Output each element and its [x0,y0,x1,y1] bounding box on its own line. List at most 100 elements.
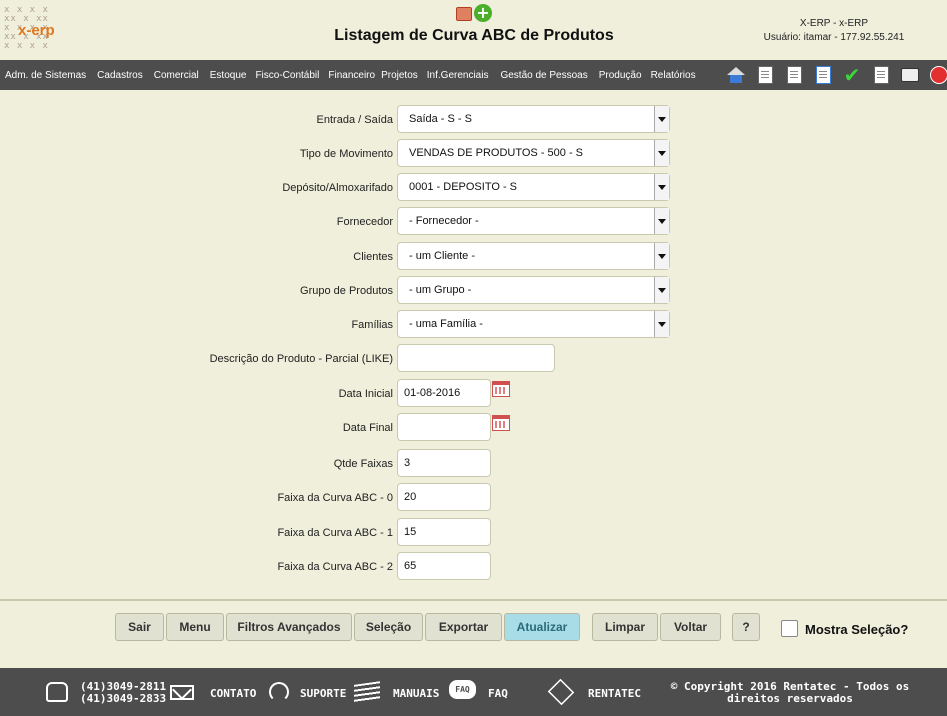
menu-button[interactable]: Menu [166,613,224,641]
data-final-label: Data Final [342,422,393,434]
deposito-label: Depósito/Almoxarifado [282,182,393,194]
fornecedor-label: Fornecedor [336,216,393,228]
suporte-link[interactable]: SUPORTE [300,687,346,700]
familias-label: Famílias [351,319,393,331]
printer-icon[interactable] [899,64,921,86]
entrada-saida-value: Saída - S - S [409,113,472,125]
chevron-down-icon[interactable] [654,140,669,166]
calendar-icon[interactable] [492,415,510,431]
menu-fisco-contabil[interactable]: Fisco-Contábil [255,70,319,81]
menu-relatorios[interactable]: Relatórios [651,70,696,81]
menu-inf-gerenciais[interactable]: Inf.Gerenciais [427,70,489,81]
home-icon[interactable] [725,64,747,86]
filtros-avancados-button[interactable]: Filtros Avançados [226,613,352,641]
rentatec-link[interactable]: RENTATEC [588,687,641,700]
entrada-saida-select[interactable]: Saída - S - S [397,105,670,133]
menu-projetos[interactable]: Projetos [381,70,418,81]
contato-link[interactable]: CONTATO [210,687,256,700]
chevron-down-icon[interactable] [654,311,669,337]
descricao-label: Descrição do Produto - Parcial (LIKE) [209,353,393,365]
deposito-select[interactable]: 0001 - DEPOSITO - S [397,173,670,201]
chevron-down-icon[interactable] [654,174,669,200]
qtde-faixas-label: Qtde Faixas [333,458,393,470]
data-final-input[interactable] [397,413,491,441]
menu-gestao-pessoas[interactable]: Gestão de Pessoas [500,70,587,81]
tipo-movimento-select[interactable]: VENDAS DE PRODUTOS - 500 - S [397,139,670,167]
chevron-down-icon[interactable] [654,243,669,269]
row-fornecedor: Fornecedor - Fornecedor - [0,207,947,237]
chevron-down-icon[interactable] [654,208,669,234]
row-faixa-1: Faixa da Curva ABC - 1 15 [0,518,947,548]
row-faixa-0: Faixa da Curva ABC - 0 20 [0,483,947,513]
phone-numbers: (41)3049-2811 (41)3049-2833 [80,681,166,705]
qtde-faixas-input[interactable]: 3 [397,449,491,477]
row-descricao: Descrição do Produto - Parcial (LIKE) [0,344,947,374]
chevron-down-icon[interactable] [654,106,669,132]
network-icon[interactable] [547,678,575,706]
grupo-produtos-value: - um Grupo - [409,284,472,296]
row-tipo-movimento: Tipo de Movimento VENDAS DE PRODUTOS - 5… [0,139,947,169]
mostra-selecao-checkbox[interactable] [781,620,798,637]
familias-select[interactable]: - uma Família - [397,310,670,338]
chevron-down-icon[interactable] [654,277,669,303]
exportar-button[interactable]: Exportar [425,613,502,641]
faixa-0-input[interactable]: 20 [397,483,491,511]
clientes-value: - um Cliente - [409,250,476,262]
row-grupo-produtos: Grupo de Produtos - um Grupo - [0,276,947,306]
copyright-line-2: direitos reservados [727,692,853,705]
fornecedor-select[interactable]: - Fornecedor - [397,207,670,235]
logo-text: x-erp [18,22,55,39]
grupo-produtos-select[interactable]: - um Grupo - [397,276,670,304]
data-inicial-input[interactable]: 01-08-2016 [397,379,491,407]
help-button[interactable]: ? [732,613,760,641]
power-icon[interactable] [928,64,947,86]
faq-link[interactable]: FAQ [488,687,508,700]
copyright: © Copyright 2016 Rentatec - Todos os dir… [656,681,924,705]
selecao-button[interactable]: Seleção [354,613,423,641]
clientes-select[interactable]: - um Cliente - [397,242,670,270]
menu-adm-sistemas[interactable]: Adm. de Sistemas [5,70,86,81]
x-erp-logo[interactable]: x x x x xx x xx x x x x xx x xx x x x x x-er… [4,6,62,54]
faixa-2-input[interactable]: 65 [397,552,491,580]
top-icons: + [456,4,496,24]
headset-icon[interactable] [269,682,289,702]
books-icon[interactable] [354,681,380,703]
mail-icon[interactable] [170,685,194,700]
add-icon[interactable]: + [474,4,492,22]
user-name: Usuário: itamar - 177.92.55.241 [763,32,905,43]
menu-estoque[interactable]: Estoque [210,70,247,81]
faixa-1-label: Faixa da Curva ABC - 1 [277,527,393,539]
deposito-value: 0001 - DEPOSITO - S [409,181,518,193]
menu-comercial[interactable]: Comercial [154,70,199,81]
voltar-button[interactable]: Voltar [660,613,721,641]
new-document-icon[interactable] [870,64,892,86]
clientes-label: Clientes [353,251,393,263]
menu-producao[interactable]: Produção [599,70,642,81]
atualizar-button[interactable]: Atualizar [504,613,580,641]
import-icon[interactable] [812,64,834,86]
check-icon[interactable]: ✔ [841,64,863,86]
manuais-link[interactable]: MANUAIS [393,687,439,700]
faixa-1-input[interactable]: 15 [397,518,491,546]
menu-financeiro[interactable]: Financeiro [328,70,375,81]
menu-cadastros[interactable]: Cadastros [97,70,143,81]
limpar-button[interactable]: Limpar [592,613,658,641]
row-entrada-saida: Entrada / Saída Saída - S - S [0,105,947,135]
phone-number-2: (41)3049-2833 [80,692,167,705]
tipo-movimento-label: Tipo de Movimento [299,148,393,160]
grupo-produtos-label: Grupo de Produtos [300,285,393,297]
row-deposito: Depósito/Almoxarifado 0001 - DEPOSITO - … [0,173,947,203]
document-icon[interactable] [783,64,805,86]
row-data-inicial: Data Inicial 01-08-2016 [0,379,947,409]
user-info: X-ERP - x-ERP Usuário: itamar - 177.92.5… [738,17,930,45]
calendar-icon[interactable] [492,381,510,397]
familias-value: - uma Família - [409,318,483,330]
data-inicial-label: Data Inicial [338,388,393,400]
faixa-0-label: Faixa da Curva ABC - 0 [277,492,393,504]
faq-icon[interactable]: FAQ [449,680,476,699]
descricao-input[interactable] [397,344,555,372]
edit-icon[interactable] [754,64,776,86]
report-icon[interactable] [456,7,472,21]
sair-button[interactable]: Sair [115,613,164,641]
mostra-selecao-label: Mostra Seleção? [805,622,909,637]
